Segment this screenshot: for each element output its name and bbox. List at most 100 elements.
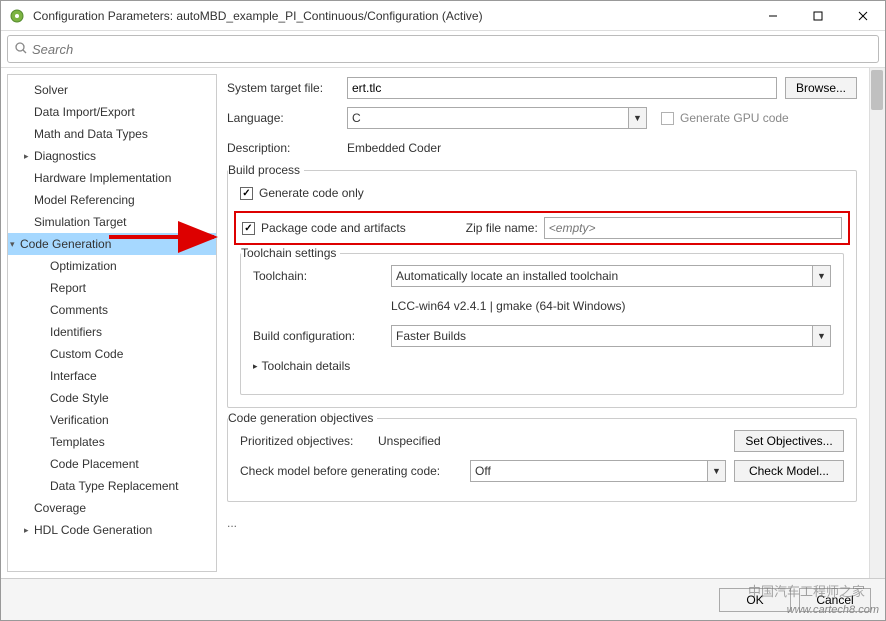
nav-item-diagnostics[interactable]: ▸Diagnostics	[8, 145, 216, 167]
gpu-checkbox[interactable]	[661, 112, 674, 125]
zip-input[interactable]	[544, 217, 842, 239]
search-input[interactable]	[32, 42, 872, 57]
nav-item-label: Coverage	[34, 499, 86, 517]
check-model-button[interactable]: Check Model...	[734, 460, 844, 482]
nav-item-coverage[interactable]: Coverage	[8, 497, 216, 519]
description-label: Description:	[227, 141, 347, 155]
check-model-label: Check model before generating code:	[240, 464, 470, 478]
nav-item-label: Code Placement	[50, 455, 139, 473]
nav-item-code-placement[interactable]: Code Placement	[8, 453, 216, 475]
caret-icon: ▸	[24, 147, 34, 165]
toolchain-dropdown[interactable]: Automatically locate an installed toolch…	[391, 265, 831, 287]
caret-icon: ▸	[24, 521, 34, 539]
watermark-cn: 中国汽车工程师之家	[748, 581, 865, 600]
nav-item-data-import-export[interactable]: Data Import/Export	[8, 101, 216, 123]
nav-item-simulation-target[interactable]: Simulation Target	[8, 211, 216, 233]
caret-right-icon: ▸	[253, 361, 258, 372]
build-cfg-dropdown[interactable]: Faster Builds ▼	[391, 325, 831, 347]
nav-item-verification[interactable]: Verification	[8, 409, 216, 431]
app-icon	[9, 8, 25, 24]
close-button[interactable]	[840, 1, 885, 30]
footer: 中国汽车工程师之家 OK Cancel www.cartech8.com	[1, 578, 885, 620]
nav-tree[interactable]: Solver Data Import/Export Math and Data Ty…	[7, 74, 217, 572]
nav-item-label: Verification	[50, 411, 109, 429]
package-highlight: Package code and artifacts Zip file name…	[234, 211, 850, 245]
nav-item-code-generation[interactable]: ▾Code Generation	[8, 233, 216, 255]
nav-item-label: Optimization	[50, 257, 117, 275]
nav-item-data-type-replacement[interactable]: Data Type Replacement	[8, 475, 216, 497]
nav-item-hardware-implementation[interactable]: Hardware Implementation	[8, 167, 216, 189]
chevron-down-icon: ▼	[628, 108, 646, 128]
toolchain-detected: LCC-win64 v2.4.1 | gmake (64-bit Windows…	[391, 299, 626, 313]
nav-item-label: Simulation Target	[34, 213, 127, 231]
nav-item-optimization[interactable]: Optimization	[8, 255, 216, 277]
nav-item-math-and-data-types[interactable]: Math and Data Types	[8, 123, 216, 145]
nav-item-identifiers[interactable]: Identifiers	[8, 321, 216, 343]
build-process-group: Build process Generate code only Package…	[227, 170, 857, 408]
nav-item-interface[interactable]: Interface	[8, 365, 216, 387]
prio-label: Prioritized objectives:	[240, 434, 378, 448]
toolchain-details-toggle[interactable]: Toolchain details	[262, 359, 351, 373]
nav-item-label: Identifiers	[50, 323, 102, 341]
language-dropdown[interactable]: C ▼	[347, 107, 647, 129]
nav-item-label: Diagnostics	[34, 147, 96, 165]
nav-item-hdl-code-generation[interactable]: ▸HDL Code Generation	[8, 519, 216, 541]
search-bar[interactable]	[7, 35, 879, 63]
nav-item-label: Code Generation	[20, 235, 111, 253]
nav-item-label: Math and Data Types	[34, 125, 148, 143]
scrollbar[interactable]	[869, 68, 885, 578]
objectives-group: Code generation objectives Prioritized o…	[227, 418, 857, 502]
titlebar: Configuration Parameters: autoMBD_exampl…	[1, 1, 885, 31]
nav-item-label: Custom Code	[50, 345, 123, 363]
gen-code-only-label: Generate code only	[259, 186, 364, 200]
nav-item-templates[interactable]: Templates	[8, 431, 216, 453]
package-checkbox[interactable]	[242, 222, 255, 235]
nav-item-label: HDL Code Generation	[34, 521, 152, 539]
language-label: Language:	[227, 111, 347, 125]
nav-item-label: Data Type Replacement	[50, 477, 179, 495]
target-file-label: System target file:	[227, 81, 347, 95]
nav-item-solver[interactable]: Solver	[8, 79, 216, 101]
toolchain-group: Toolchain settings Toolchain: Automatica…	[240, 253, 844, 395]
gpu-label: Generate GPU code	[680, 111, 789, 125]
nav-item-model-referencing[interactable]: Model Referencing	[8, 189, 216, 211]
nav-item-label: Code Style	[50, 389, 109, 407]
nav-item-label: Interface	[50, 367, 97, 385]
toolchain-label: Toolchain:	[253, 269, 391, 283]
nav-item-comments[interactable]: Comments	[8, 299, 216, 321]
minimize-button[interactable]	[750, 1, 795, 30]
description-value: Embedded Coder	[347, 141, 441, 155]
chevron-down-icon: ▼	[707, 461, 725, 481]
caret-icon: ▾	[10, 235, 20, 253]
zip-label: Zip file name:	[466, 221, 538, 235]
package-label: Package code and artifacts	[261, 221, 406, 235]
nav-item-label: Hardware Implementation	[34, 169, 171, 187]
nav-item-label: Report	[50, 279, 86, 297]
set-objectives-button[interactable]: Set Objectives...	[734, 430, 844, 452]
nav-item-label: Model Referencing	[34, 191, 135, 209]
nav-item-label: Solver	[34, 81, 68, 99]
search-icon	[14, 41, 28, 58]
build-process-legend: Build process	[228, 163, 304, 177]
nav-item-code-style[interactable]: Code Style	[8, 387, 216, 409]
maximize-button[interactable]	[795, 1, 840, 30]
content-panel: System target file: Browse... Language: …	[217, 68, 885, 578]
build-cfg-label: Build configuration:	[253, 329, 391, 343]
nav-item-custom-code[interactable]: Custom Code	[8, 343, 216, 365]
toolchain-legend: Toolchain settings	[241, 246, 340, 260]
objectives-legend: Code generation objectives	[228, 411, 377, 425]
target-file-input[interactable]	[347, 77, 777, 99]
nav-item-report[interactable]: Report	[8, 277, 216, 299]
nav-item-label: Templates	[50, 433, 105, 451]
watermark: www.cartech8.com	[787, 604, 879, 616]
prio-value: Unspecified	[378, 434, 734, 448]
more-indicator: ...	[227, 512, 857, 534]
chevron-down-icon: ▼	[812, 266, 830, 286]
nav-item-label: Data Import/Export	[34, 103, 135, 121]
browse-button[interactable]: Browse...	[785, 77, 857, 99]
nav-item-label: Comments	[50, 301, 108, 319]
chevron-down-icon: ▼	[812, 326, 830, 346]
gen-code-only-checkbox[interactable]	[240, 187, 253, 200]
check-model-dropdown[interactable]: Off ▼	[470, 460, 726, 482]
window-title: Configuration Parameters: autoMBD_exampl…	[33, 9, 750, 23]
